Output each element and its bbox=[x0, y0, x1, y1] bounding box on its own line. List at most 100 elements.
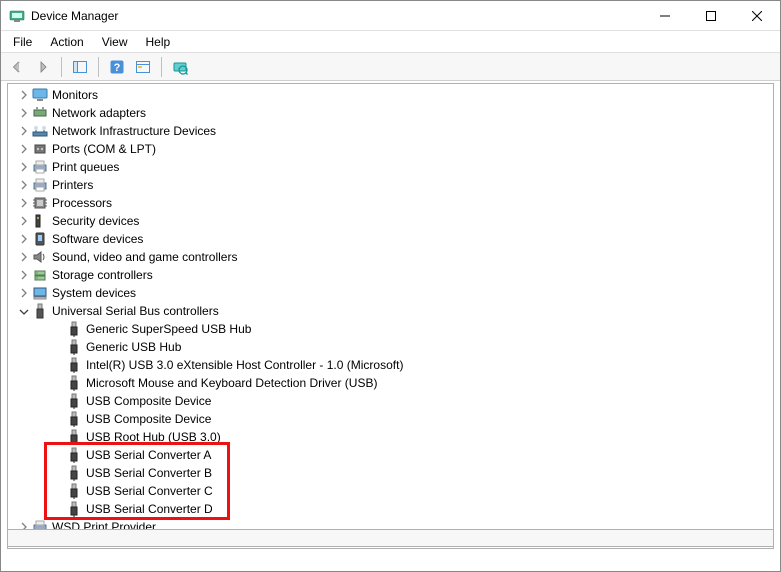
show-hide-console-tree-button[interactable] bbox=[68, 55, 92, 79]
tree-node-label: USB Root Hub (USB 3.0) bbox=[86, 430, 221, 444]
usb-plug-icon bbox=[66, 393, 82, 409]
tree-spacer bbox=[50, 357, 66, 373]
tree-spacer bbox=[50, 321, 66, 337]
help-button[interactable]: ? bbox=[105, 55, 129, 79]
tree-node[interactable]: Generic USB Hub bbox=[8, 338, 773, 356]
tree-node[interactable]: Printers bbox=[8, 176, 773, 194]
scan-hardware-button[interactable] bbox=[168, 55, 192, 79]
tree-node[interactable]: USB Serial Converter D bbox=[8, 500, 773, 518]
cpu-icon bbox=[32, 195, 48, 211]
expand-arrow-icon[interactable] bbox=[16, 231, 32, 247]
menu-action[interactable]: Action bbox=[42, 33, 91, 51]
tree-node-label: Ports (COM & LPT) bbox=[52, 142, 156, 156]
port-icon bbox=[32, 141, 48, 157]
usb-plug-icon bbox=[66, 321, 82, 337]
tree-node-label: Printers bbox=[52, 178, 93, 192]
tree-node-label: USB Serial Converter D bbox=[86, 502, 213, 516]
network-infra-icon bbox=[32, 123, 48, 139]
tree-node[interactable]: Storage controllers bbox=[8, 266, 773, 284]
menu-view[interactable]: View bbox=[94, 33, 136, 51]
tree-node[interactable]: Network Infrastructure Devices bbox=[8, 122, 773, 140]
back-button[interactable] bbox=[5, 55, 29, 79]
tree-node[interactable]: Universal Serial Bus controllers bbox=[8, 302, 773, 320]
tree-spacer bbox=[50, 411, 66, 427]
tree-node[interactable]: System devices bbox=[8, 284, 773, 302]
expand-arrow-icon[interactable] bbox=[16, 123, 32, 139]
tree-node-label: USB Composite Device bbox=[86, 412, 211, 426]
tree-node[interactable]: Sound, video and game controllers bbox=[8, 248, 773, 266]
printer-icon bbox=[32, 159, 48, 175]
app-icon bbox=[9, 8, 25, 24]
tree-node-label: Microsoft Mouse and Keyboard Detection D… bbox=[86, 376, 377, 390]
tree-node[interactable]: Print queues bbox=[8, 158, 773, 176]
tree-spacer bbox=[50, 393, 66, 409]
toolbar-separator bbox=[161, 57, 162, 77]
tree-spacer bbox=[50, 447, 66, 463]
usb-plug-icon bbox=[66, 375, 82, 391]
expand-arrow-icon[interactable] bbox=[16, 105, 32, 121]
minimize-button[interactable] bbox=[642, 1, 688, 31]
menu-help[interactable]: Help bbox=[138, 33, 179, 51]
tree-node-label: Software devices bbox=[52, 232, 143, 246]
expand-arrow-icon[interactable] bbox=[16, 249, 32, 265]
tree-node-label: Generic USB Hub bbox=[86, 340, 181, 354]
usb-plug-icon bbox=[66, 447, 82, 463]
usb-plug-icon bbox=[66, 357, 82, 373]
tree-node-label: USB Serial Converter A bbox=[86, 448, 211, 462]
usb-plug-icon bbox=[66, 465, 82, 481]
usb-plug-icon bbox=[66, 501, 82, 517]
security-icon bbox=[32, 213, 48, 229]
tree-node[interactable]: Intel(R) USB 3.0 eXtensible Host Control… bbox=[8, 356, 773, 374]
usb-plug-icon bbox=[66, 429, 82, 445]
usb-icon bbox=[32, 303, 48, 319]
tree-spacer bbox=[50, 483, 66, 499]
tree-node-label: System devices bbox=[52, 286, 136, 300]
usb-plug-icon bbox=[66, 411, 82, 427]
tree-node-label: Network adapters bbox=[52, 106, 146, 120]
storage-icon bbox=[32, 267, 48, 283]
system-icon bbox=[32, 285, 48, 301]
tree-node[interactable]: Microsoft Mouse and Keyboard Detection D… bbox=[8, 374, 773, 392]
toolbar-separator bbox=[98, 57, 99, 77]
menu-bar: File Action View Help bbox=[1, 31, 780, 53]
maximize-button[interactable] bbox=[688, 1, 734, 31]
printer-icon bbox=[32, 177, 48, 193]
tree-spacer bbox=[50, 375, 66, 391]
expand-arrow-icon[interactable] bbox=[16, 213, 32, 229]
status-bar bbox=[7, 529, 774, 547]
tree-node[interactable]: Generic SuperSpeed USB Hub bbox=[8, 320, 773, 338]
tree-node-label: USB Serial Converter C bbox=[86, 484, 213, 498]
tree-node[interactable]: USB Serial Converter C bbox=[8, 482, 773, 500]
expand-arrow-icon[interactable] bbox=[16, 285, 32, 301]
device-tree-panel[interactable]: Monitors Network adapters Network Infrastr… bbox=[7, 83, 774, 549]
tree-node[interactable]: USB Serial Converter B bbox=[8, 464, 773, 482]
menu-file[interactable]: File bbox=[5, 33, 40, 51]
monitor-icon bbox=[32, 87, 48, 103]
tree-node[interactable]: Network adapters bbox=[8, 104, 773, 122]
expand-arrow-icon[interactable] bbox=[16, 267, 32, 283]
expand-arrow-icon[interactable] bbox=[16, 177, 32, 193]
close-button[interactable] bbox=[734, 1, 780, 31]
tree-node[interactable]: USB Serial Converter A bbox=[8, 446, 773, 464]
tree-node-label: USB Serial Converter B bbox=[86, 466, 212, 480]
tree-node[interactable]: Security devices bbox=[8, 212, 773, 230]
tree-node[interactable]: Ports (COM & LPT) bbox=[8, 140, 773, 158]
tree-node[interactable]: Software devices bbox=[8, 230, 773, 248]
tree-node[interactable]: USB Composite Device bbox=[8, 410, 773, 428]
forward-button[interactable] bbox=[31, 55, 55, 79]
tree-spacer bbox=[50, 465, 66, 481]
tree-node[interactable]: USB Composite Device bbox=[8, 392, 773, 410]
tree-node[interactable]: USB Root Hub (USB 3.0) bbox=[8, 428, 773, 446]
collapse-arrow-icon[interactable] bbox=[16, 303, 32, 319]
expand-arrow-icon[interactable] bbox=[16, 159, 32, 175]
tree-node[interactable]: Monitors bbox=[8, 86, 773, 104]
expand-arrow-icon[interactable] bbox=[16, 195, 32, 211]
tree-node-label: Monitors bbox=[52, 88, 98, 102]
tree-node[interactable]: Processors bbox=[8, 194, 773, 212]
window-title: Device Manager bbox=[31, 9, 642, 23]
toolbar-separator bbox=[61, 57, 62, 77]
expand-arrow-icon[interactable] bbox=[16, 87, 32, 103]
properties-button[interactable] bbox=[131, 55, 155, 79]
tree-spacer bbox=[50, 501, 66, 517]
expand-arrow-icon[interactable] bbox=[16, 141, 32, 157]
